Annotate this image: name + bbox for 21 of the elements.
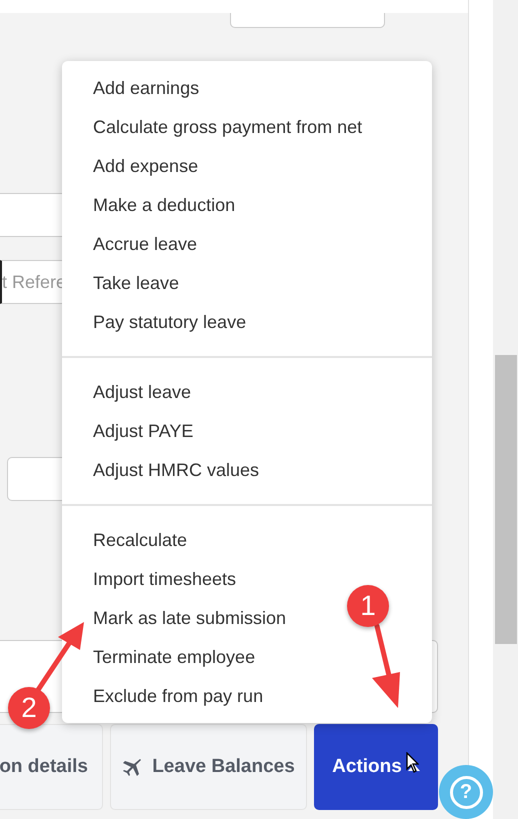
menu-item[interactable]: Recalculate xyxy=(62,521,188,560)
menu-item[interactable]: Adjust HMRC values xyxy=(62,451,260,490)
menu-item[interactable]: Adjust leave xyxy=(62,373,192,412)
menu-item[interactable]: Terminate employee xyxy=(62,638,256,677)
menu-item[interactable]: Pay statutory leave xyxy=(62,303,246,342)
airplane-icon xyxy=(122,757,142,777)
mouse-pointer-icon xyxy=(406,752,419,774)
text-field[interactable] xyxy=(230,13,385,28)
menu-item[interactable]: Make a deduction xyxy=(62,186,236,225)
scrollbar-thumb[interactable] xyxy=(495,355,517,644)
actions-button[interactable]: Actions xyxy=(314,724,438,810)
menu-item[interactable]: Import timesheets xyxy=(62,560,236,599)
toolbar-button[interactable]: Leave Balances xyxy=(110,724,307,810)
menu-item[interactable]: Adjust PAYE xyxy=(62,412,194,451)
menu-item[interactable]: Calculate gross payment from net xyxy=(62,108,362,147)
arrow xyxy=(36,622,84,692)
menu-item[interactable]: Add earnings xyxy=(62,69,200,108)
toolbar-button[interactable]: on details xyxy=(0,724,103,810)
menu-item[interactable]: Add expense xyxy=(62,147,198,186)
menu-item[interactable]: Mark as late submission xyxy=(62,599,286,638)
menu-item[interactable]: Exclude from pay run xyxy=(62,677,264,716)
